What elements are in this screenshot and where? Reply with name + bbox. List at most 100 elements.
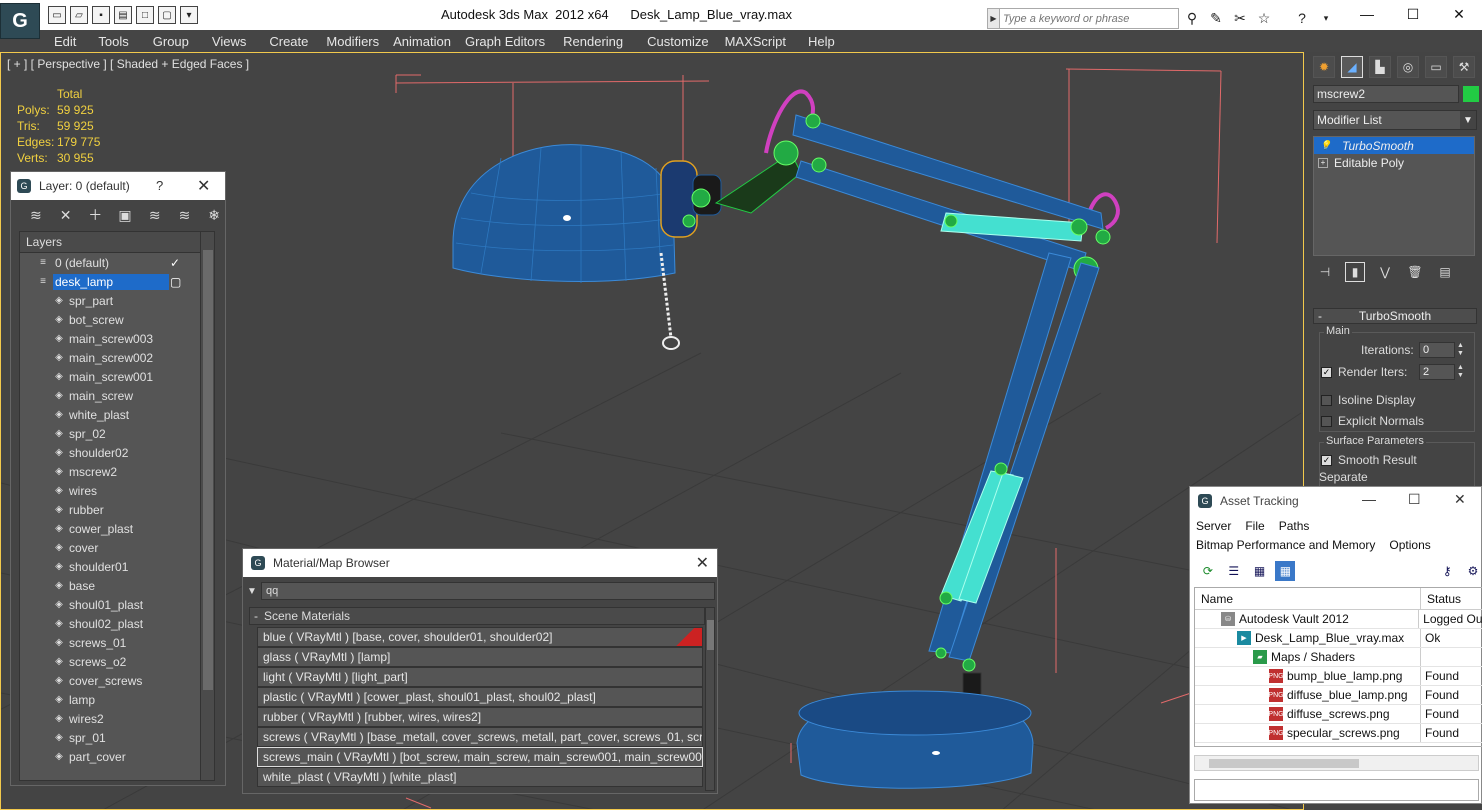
menu-tools[interactable]: Tools [98,34,152,49]
create-tab-icon[interactable]: ✹ [1313,56,1335,78]
layer-object-row[interactable]: ◈ lamp [20,690,214,709]
smooth-result-checkbox[interactable]: ✓ [1321,454,1332,466]
material-item[interactable]: glass ( VRayMtl ) [lamp] [257,647,703,667]
show-end-result-icon[interactable]: ▮ [1345,262,1365,282]
menu-views[interactable]: Views [212,34,269,49]
layer-object-row[interactable]: ◈ mscrew2 [20,462,214,481]
menu-help[interactable]: Help [808,34,844,49]
layer-object-row[interactable]: ◈ main_screw [20,386,214,405]
iterations-spinner[interactable]: 0 [1419,342,1455,358]
layer-object-row[interactable]: ◈ shoul02_plast [20,614,214,633]
binoculars-icon[interactable]: ⚲ [1183,9,1201,27]
set-current-box-icon[interactable]: ▢ [170,275,181,289]
help-icon[interactable]: ? [1293,9,1311,27]
hold-icon[interactable]: ▤ [114,6,132,24]
material-item[interactable]: blue ( VRayMtl ) [base, cover, shoulder0… [257,627,703,647]
chevron-down-icon[interactable]: ▼ [1460,111,1476,129]
collapse-icon[interactable]: - [254,609,258,623]
layer-object-row[interactable]: ◈ shoulder01 [20,557,214,576]
layer-object-row[interactable]: ◈ white_plast [20,405,214,424]
layer-object-row[interactable]: ◈ cower_plast [20,519,214,538]
close-icon[interactable]: ✕ [696,553,709,573]
layer-object-row[interactable]: ◈ cover_screws [20,671,214,690]
close-icon[interactable]: ✕ [197,176,210,196]
pin-stack-icon[interactable]: ⊣ [1315,262,1335,282]
layer-window-title-bar[interactable]: G Layer: 0 (default) ? ✕ [11,172,225,200]
fetch-icon[interactable]: □ [136,6,154,24]
expand-plus-icon[interactable]: + [1318,157,1328,168]
asset-row[interactable]: ▰ Maps / Shaders [1195,648,1482,667]
scroll-thumb[interactable] [707,620,714,650]
layer-object-row[interactable]: ◈ spr_01 [20,728,214,747]
modify-tab-icon[interactable]: ◢ [1341,56,1363,78]
rollout-header[interactable]: - TurboSmooth [1313,308,1477,324]
options-dropdown-icon[interactable]: ▼ [247,586,261,597]
menu-options[interactable]: Options [1389,538,1430,552]
layer-object-row[interactable]: ◈ main_screw002 [20,348,214,367]
vault-login-icon[interactable]: ⚷ [1437,561,1457,581]
layer-object-row[interactable]: ◈ cover [20,538,214,557]
layer-object-row[interactable]: ◈ spr_02 [20,424,214,443]
help-icon[interactable]: ? [156,178,163,193]
lamp-base[interactable] [796,690,1034,789]
upper-arm[interactable] [792,114,1104,272]
isoline-row[interactable]: Isoline Display [1321,393,1415,407]
asset-row[interactable]: ▶ Desk_Lamp_Blue_vray.max Ok [1195,629,1482,648]
help-search-box[interactable]: ▶ [987,8,1179,29]
list-view-icon[interactable]: ☰ [1224,561,1244,581]
layer-object-row[interactable]: ◈ shoul01_plast [20,595,214,614]
menu-graph-editors[interactable]: Graph Editors [465,34,563,49]
layer-object-row[interactable]: ◈ screws_01 [20,633,214,652]
hide-all-icon[interactable]: ≋ [174,205,196,225]
layer-object-row[interactable]: ◈ main_screw003 [20,329,214,348]
settings-icon[interactable]: ⚙ [1463,561,1482,581]
render-iters-checkbox[interactable]: ✓ [1321,366,1332,378]
collapse-icon[interactable]: - [1318,309,1322,323]
isoline-checkbox[interactable] [1321,394,1332,406]
asset-row[interactable]: PNG diffuse_blue_lamp.png Found [1195,686,1482,705]
menu-file[interactable]: File [1245,519,1264,533]
object-color-swatch[interactable] [1463,86,1479,102]
layer-object-row[interactable]: ◈ base [20,576,214,595]
minimize-icon[interactable]: — [1362,491,1376,507]
open-file-icon[interactable]: ▱ [70,6,88,24]
menu-create[interactable]: Create [269,34,326,49]
menu-bitmap-performance[interactable]: Bitmap Performance and Memory [1196,538,1375,552]
material-item[interactable]: rubber ( VRayMtl ) [rubber, wires, wires… [257,707,703,727]
help-search-input[interactable] [1000,10,1176,27]
minimize-icon[interactable]: — [1344,0,1390,28]
communication-center-icon[interactable]: ✂ [1231,9,1249,27]
asset-horizontal-scrollbar[interactable] [1194,755,1479,771]
spinner-arrows-icon[interactable]: ▲ ▼ [1457,342,1465,358]
menu-modifiers[interactable]: Modifiers [326,34,393,49]
material-item[interactable]: light ( VRayMtl ) [light_part] [257,667,703,687]
layer-scrollbar[interactable] [200,232,214,780]
render-iters-spinner[interactable]: 2 [1419,364,1455,380]
new-file-icon[interactable]: ▭ [48,6,66,24]
new-layer-icon[interactable]: ≋ [25,205,47,225]
modifier-list-dropdown[interactable]: Modifier List ▼ [1313,110,1477,130]
maximize-icon[interactable]: ☐ [1390,0,1436,28]
table-view-icon[interactable]: ▦ [1275,561,1296,581]
layer-object-row[interactable]: ◈ bot_screw [20,310,214,329]
menu-animation[interactable]: Animation [393,34,465,49]
column-status[interactable]: Status [1421,588,1461,609]
asset-tracking-title-bar[interactable]: G Asset Tracking — ☐ ✕ [1190,487,1481,515]
menu-maxscript[interactable]: MAXScript [725,34,808,49]
material-item[interactable]: screws_main ( VRayMtl ) [bot_screw, main… [257,747,703,767]
select-objects-icon[interactable]: ▣ [114,205,136,225]
smooth-result-row[interactable]: ✓ Smooth Result [1321,453,1417,467]
object-name-field[interactable] [1313,85,1459,103]
scroll-thumb[interactable] [1209,759,1359,768]
render-iters-row[interactable]: ✓ Render Iters: [1321,365,1407,379]
layer-object-row[interactable]: ◈ part_cover [20,747,214,766]
layer-object-row[interactable]: ◈ wires2 [20,709,214,728]
refresh-icon[interactable]: ⟳ [1198,561,1218,581]
lamp-collar[interactable] [660,160,722,238]
scroll-thumb[interactable] [203,250,213,690]
menu-rendering[interactable]: Rendering [563,34,647,49]
asset-row[interactable]: PNG bump_blue_lamp.png Found [1195,667,1482,686]
lamp-shade[interactable] [452,144,676,283]
layers-column-header[interactable]: Layers [20,232,214,253]
material-browser-title-bar[interactable]: G Material/Map Browser ✕ [243,549,717,577]
